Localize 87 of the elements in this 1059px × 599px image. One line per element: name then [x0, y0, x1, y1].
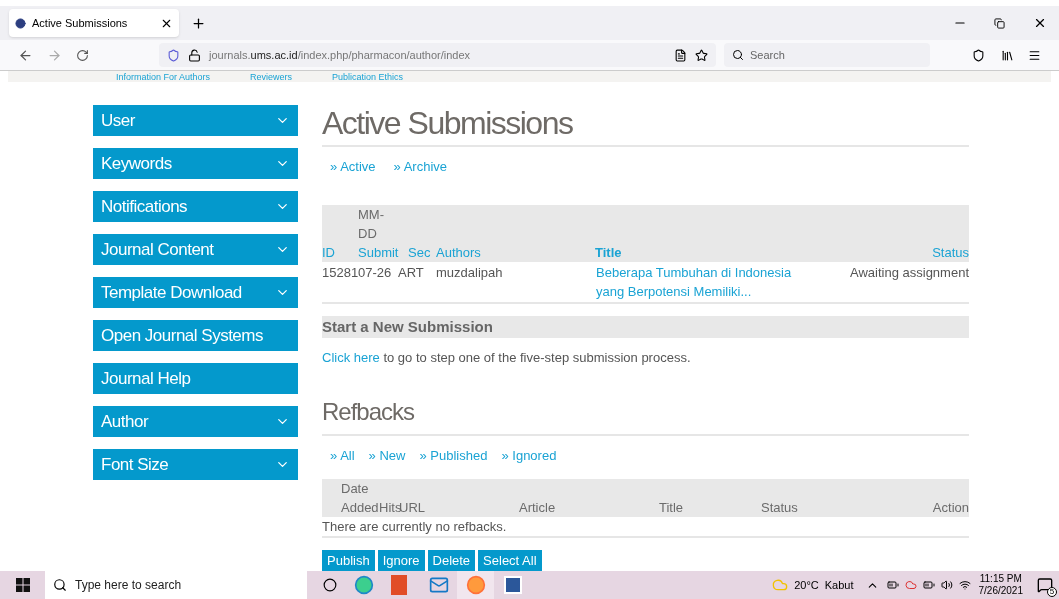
sidebar-menu-item[interactable]: Notifications — [93, 191, 298, 222]
cortana-icon[interactable] — [323, 578, 337, 592]
browser-tab[interactable]: Active Submissions — [9, 9, 179, 37]
action-button[interactable]: Delete — [427, 550, 476, 571]
submission-filter-link[interactable]: » Archive — [393, 157, 448, 177]
column-header[interactable]: Submit — [358, 242, 408, 262]
address-bar[interactable]: journals.ums.ac.id/index.php/pharmacon/author/index — [159, 43, 716, 67]
power-icon[interactable] — [922, 579, 935, 591]
site-favicon-icon — [15, 17, 26, 29]
column-header: Article — [519, 499, 557, 517]
empty-message: There are currently no refbacks. — [322, 517, 969, 538]
submission-filter-link[interactable]: » Active — [330, 157, 376, 177]
sidebar-menu-item[interactable]: Template Download — [93, 277, 298, 308]
close-window-icon[interactable] — [1033, 16, 1047, 30]
page-heading: Active Submissions — [322, 105, 969, 147]
sidebar-menu-item[interactable]: Open Journal Systems — [93, 320, 298, 351]
column-header[interactable]: Status — [815, 242, 969, 262]
word-icon[interactable] — [504, 576, 522, 594]
search-icon — [53, 578, 67, 592]
column-header: Date — [341, 480, 370, 498]
submission-instructions: Click here to go to step one of the five-step submission process. — [322, 349, 692, 367]
sidebar-menu-item[interactable]: Journal Help — [93, 363, 298, 394]
column-header: Title — [659, 499, 685, 517]
reload-icon[interactable] — [76, 48, 89, 62]
weather-temperature[interactable]: 20°C — [794, 576, 819, 594]
back-icon[interactable] — [18, 47, 33, 63]
action-button[interactable]: Select All — [478, 550, 542, 571]
refback-filter-link[interactable]: » Published — [419, 445, 488, 465]
library-icon[interactable] — [1001, 48, 1014, 62]
notifications-icon — [1037, 577, 1053, 593]
battery-icon[interactable] — [886, 579, 899, 591]
notifications-button[interactable]: 5 — [1037, 577, 1053, 593]
sidebar-menu-item[interactable]: Font Size — [93, 449, 298, 480]
top-nav-link[interactable]: Publication Ethics — [332, 72, 404, 82]
insecure-lock-icon[interactable] — [188, 48, 201, 62]
shield-icon[interactable] — [167, 48, 180, 62]
column-header: MM-DD — [358, 205, 385, 243]
top-nav-link[interactable]: Reviewers — [250, 72, 293, 82]
column-header: Status — [761, 499, 799, 517]
url-text: journals.ums.ac.id/index.php/pharmacon/author/index — [209, 47, 472, 63]
tab-title: Active Submissions — [32, 15, 129, 31]
reader-view-icon[interactable] — [674, 48, 687, 62]
edge-browser-icon[interactable] — [354, 575, 374, 595]
refback-filter-link[interactable]: » New — [368, 445, 406, 465]
taskbar-search-field[interactable]: Type here to search — [45, 571, 307, 599]
table-cell-text: muzdalipah — [436, 263, 504, 282]
mail-icon[interactable] — [429, 575, 449, 595]
table-cell-text: ART — [398, 263, 425, 282]
restore-icon[interactable] — [994, 17, 1005, 29]
submission-title-link[interactable]: Beberapa Tumbuhan di Indonesia yang Berpotensi Memiliki... — [596, 262, 816, 301]
new-tab-icon[interactable] — [191, 15, 206, 31]
muted-speaker-icon[interactable] — [940, 579, 953, 591]
column-header[interactable]: ID — [322, 242, 358, 262]
sidebar-menu-item[interactable]: User — [93, 105, 298, 136]
column-header[interactable]: Sec — [408, 242, 436, 262]
table-cell-text: 07-26 — [358, 263, 393, 282]
column-header: Added — [341, 499, 379, 517]
firefox-icon — [465, 575, 486, 595]
sidebar-menu-item[interactable]: Keywords — [93, 148, 298, 179]
refback-filter-link[interactable]: » Ignored — [501, 445, 557, 465]
sidebar-menu-item[interactable]: Author — [93, 406, 298, 437]
click-here-link[interactable]: Click here — [322, 350, 380, 365]
column-header: Hits — [379, 499, 399, 517]
column-header[interactable]: Title — [595, 242, 815, 262]
browser-search-field[interactable]: Search — [724, 43, 930, 67]
section-heading: Start a New Submission — [322, 315, 969, 338]
table-cell-text: 15281 — [322, 263, 358, 282]
bookmark-star-icon[interactable] — [695, 48, 708, 62]
clock[interactable]: 11:15 PM 7/26/2021 — [978, 573, 1023, 597]
column-header[interactable]: Authors — [436, 242, 595, 262]
refback-filter-link[interactable]: » All — [330, 445, 355, 465]
windows-logo-icon — [15, 578, 30, 592]
cloud-icon[interactable] — [904, 579, 917, 591]
top-nav-link[interactable]: Information For Authors — [116, 72, 211, 82]
action-button[interactable]: Ignore — [377, 550, 425, 571]
pocket-icon[interactable] — [972, 48, 985, 62]
menu-icon[interactable] — [1028, 48, 1041, 62]
column-header: Action — [931, 499, 969, 517]
search-icon — [732, 49, 744, 61]
weather-condition[interactable]: Kabut — [824, 576, 854, 594]
sidebar-menu-item[interactable]: Journal Content — [93, 234, 298, 265]
action-button[interactable]: Publish — [322, 550, 375, 571]
wifi-icon[interactable] — [958, 579, 971, 591]
column-header: URL — [399, 499, 426, 517]
refbacks-heading: Refbacks — [322, 393, 969, 436]
table-cell-text: Awaiting assignment — [849, 263, 969, 282]
notification-count: 5 — [1047, 587, 1057, 597]
